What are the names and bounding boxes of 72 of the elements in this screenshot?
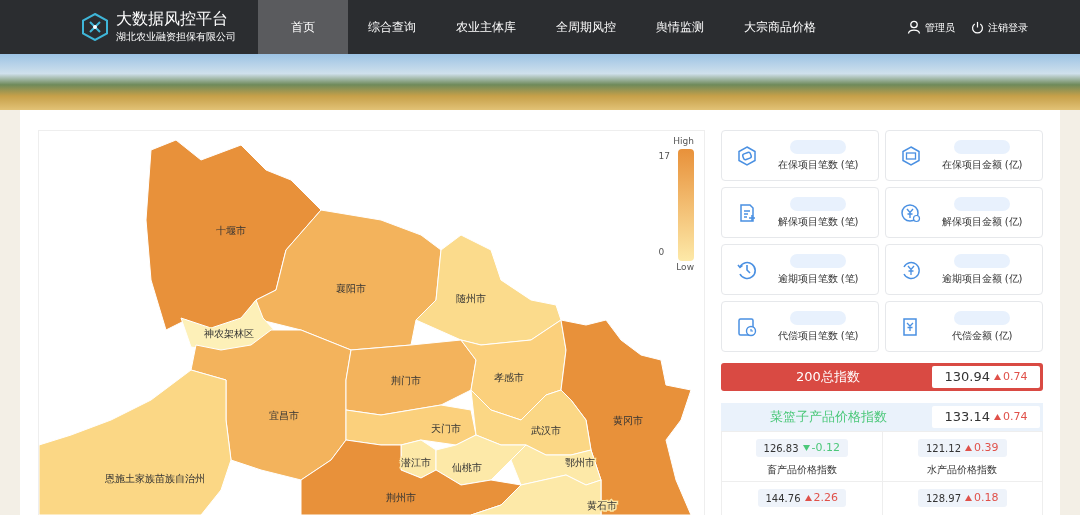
change-value: 0.39 [965, 439, 999, 457]
stat-label: 逾期项目笔数 (笔) [777, 271, 859, 286]
total-index-value: 130.94 [944, 368, 990, 387]
region-label: 仙桃市 [452, 462, 482, 473]
index-value: 128.97 [926, 491, 961, 506]
up-triangle-icon [965, 495, 972, 501]
region-label: 天门市 [431, 423, 461, 434]
index-value: 126.83 [763, 441, 799, 456]
stat-icon [900, 144, 922, 167]
region-label: 随州市 [456, 293, 486, 304]
nav-tab[interactable]: 首页 [258, 0, 348, 54]
map-region[interactable] [460, 319, 567, 421]
legend-min-value: 0 [658, 246, 666, 259]
region-label: 恩施土家族苗族自治州 [105, 473, 205, 484]
up-triangle-icon [965, 445, 972, 451]
index-value: 144.76 [765, 491, 801, 506]
stat-label: 逾期项目金额 (亿) [941, 271, 1023, 286]
change-value: 2.26 [804, 489, 838, 507]
up-triangle-icon [994, 374, 1001, 380]
nav-tab[interactable]: 舆情监测 [636, 0, 724, 54]
app-title: 大数据风控平台 [116, 9, 229, 29]
power-icon [971, 20, 984, 34]
legend-low-label: Low [676, 260, 694, 274]
up-triangle-icon [994, 414, 1001, 420]
change-value: -0.12 [802, 439, 840, 457]
stat-label: 解保项目金额 (亿) [941, 214, 1023, 229]
region-label: 鄂州市 [565, 457, 595, 468]
down-triangle-icon [802, 445, 810, 451]
logout-link[interactable]: 注销登录 [988, 19, 1028, 35]
index-value: 121.12 [926, 441, 961, 456]
region-label: 荆州市 [386, 492, 416, 503]
region-label: 武汉市 [531, 425, 561, 436]
region-label: 神农架林区 [204, 328, 254, 339]
map-region[interactable] [255, 209, 442, 351]
nav-tab[interactable]: 全周期风控 [536, 0, 636, 54]
region-label: 黄冈市 [613, 415, 643, 426]
basket-index-title: 菜篮子产品价格指数 [768, 408, 888, 427]
map-region[interactable] [300, 439, 522, 515]
stat-label: 解保项目笔数 (笔) [777, 214, 859, 229]
legend-high-label: High [673, 135, 694, 148]
stat-icon [736, 144, 758, 167]
change-value: 0.74 [994, 408, 1028, 426]
stat-label: 在保项目笔数 (笔) [777, 157, 859, 172]
nav-tab[interactable]: 农业主体库 [436, 0, 536, 54]
nav-tab[interactable]: 大宗商品价格 [724, 0, 836, 54]
region-label: 潜江市 [401, 457, 431, 468]
legend-max-value: 17 [658, 149, 670, 163]
region-label: 宜昌市 [269, 410, 299, 421]
company-name: 湖北农业融资担保有限公司 [116, 30, 236, 44]
region-label: 襄阳市 [336, 283, 366, 294]
stat-label: 在保项目金额 (亿) [941, 157, 1023, 172]
user-icon [907, 20, 921, 34]
legend-gradient-bar[interactable] [678, 148, 694, 261]
region-label: 黄石市 [587, 500, 617, 511]
stat-label: 代偿项目笔数 (笔) [777, 328, 859, 343]
region-label: 十堰市 [216, 225, 246, 236]
nav-tab[interactable]: 综合查询 [348, 0, 436, 54]
region-label: 荆门市 [391, 375, 421, 386]
change-value: 0.74 [994, 368, 1028, 386]
region-label: 孝感市 [494, 372, 524, 383]
stat-icon [900, 201, 922, 224]
index-label: 畜产品价格指数 [766, 463, 837, 477]
map-region[interactable] [560, 319, 692, 515]
basket-index-value: 133.14 [944, 408, 990, 427]
index-label: 水产品价格指数 [927, 463, 998, 477]
stat-label: 代偿金额 (亿) [951, 328, 1013, 343]
change-value: 0.18 [965, 489, 999, 507]
logo-icon [82, 13, 108, 41]
up-triangle-icon [804, 495, 812, 501]
stat-icon [736, 315, 758, 338]
user-name[interactable]: 管理员 [925, 19, 955, 35]
total-index-label: 200总指数 [795, 368, 861, 387]
